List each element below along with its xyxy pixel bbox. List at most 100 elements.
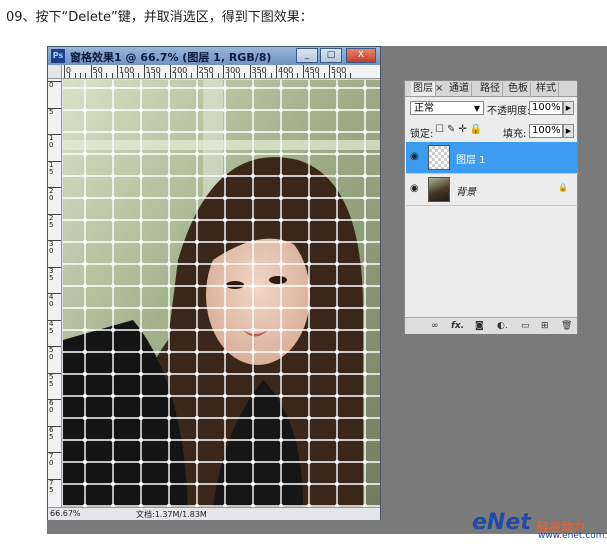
group-folder-icon[interactable]: ▭: [521, 321, 530, 331]
vertical-ruler[interactable]: 0 5 10 15 20 25 30 35 40 45 50 55 60 65 70 75: [48, 79, 62, 507]
grid-intersection-dot: [222, 437, 228, 443]
grid-intersection-dot: [250, 437, 256, 443]
grid-intersection-dot: [306, 173, 312, 179]
layer-row-background[interactable]: ◉ 背景 🔒: [406, 174, 578, 206]
maximize-button[interactable]: □: [320, 48, 342, 63]
grid-intersection-dot: [166, 305, 172, 311]
grid-intersection-dot: [278, 195, 284, 201]
zoom-level[interactable]: 66.67%: [50, 509, 81, 518]
grid-intersection-dot: [306, 305, 312, 311]
mask-icon[interactable]: ◙: [475, 321, 484, 331]
grid-intersection-dot: [138, 305, 144, 311]
grid-intersection-dot: [194, 459, 200, 465]
ruler-tick: [64, 65, 65, 78]
grid-intersection-dot: [250, 239, 256, 245]
ruler-minor-tick: [265, 73, 267, 78]
ruler-tick-label: 75: [49, 478, 54, 494]
ruler-tick: [223, 65, 224, 78]
grid-intersection-dot: [166, 459, 172, 465]
document-canvas[interactable]: [63, 80, 380, 507]
blend-mode-select[interactable]: 正常 ▼: [410, 101, 484, 115]
document-titlebar[interactable]: Ps 窗格效果1 @ 66.7% (图层 1, RGB/8) _ □ X: [48, 47, 380, 65]
step-instruction: 09、按下“Delete”键，并取消选区，得到下图效果：: [6, 10, 313, 25]
grid-intersection-dot: [194, 327, 200, 333]
grid-intersection-dot: [222, 371, 228, 377]
tab-layers[interactable]: 图层: [411, 82, 436, 96]
grid-intersection-dot: [306, 107, 312, 113]
grid-intersection-dot: [166, 481, 172, 487]
link-icon[interactable]: ∞: [431, 321, 439, 331]
grid-intersection-dot: [138, 415, 144, 421]
ruler-tick-label: 65: [49, 425, 54, 441]
layers-panel[interactable]: 图层 × 通道 路径 色板 样式 正常 ▼ 不透明度: 100% ▶ 锁定: ☐✎…: [404, 80, 578, 334]
tab-close-icon[interactable]: ×: [435, 82, 443, 96]
tab-swatches[interactable]: 色板: [506, 82, 531, 96]
ruler-tick-label: 15: [49, 160, 54, 176]
grid-intersection-dot: [362, 173, 368, 179]
grid-intersection-dot: [222, 415, 228, 421]
grid-intersection-dot: [194, 261, 200, 267]
fill-arrow-icon[interactable]: ▶: [563, 124, 574, 138]
grid-intersection-dot: [334, 239, 340, 245]
ruler-corner[interactable]: [48, 65, 62, 79]
fx-icon[interactable]: fx.: [451, 321, 464, 331]
tab-paths[interactable]: 路径: [478, 82, 503, 96]
opacity-input[interactable]: 100%: [529, 101, 563, 115]
ruler-tick: [48, 160, 61, 162]
grid-intersection-dot: [138, 349, 144, 355]
grid-intersection-dot: [110, 129, 116, 135]
watermark-url: www.enet.com.cn: [538, 531, 607, 541]
eye-icon[interactable]: ◉: [410, 152, 422, 162]
ruler-minor-tick: [286, 73, 288, 78]
lock-icons[interactable]: ☐✎✛🔒: [435, 124, 485, 135]
grid-intersection-dot: [222, 283, 228, 289]
chevron-down-icon: ▼: [473, 104, 480, 113]
eye-icon[interactable]: ◉: [410, 184, 422, 194]
new-layer-icon[interactable]: ⊞: [541, 321, 549, 331]
grid-intersection-dot: [306, 415, 312, 421]
adjustment-icon[interactable]: ◐.: [497, 321, 508, 331]
grid-intersection-dot: [194, 349, 200, 355]
document-title: 窗格效果1 @ 66.7% (图层 1, RGB/8): [70, 51, 272, 64]
grid-intersection-dot: [334, 459, 340, 465]
ruler-tick: [276, 65, 277, 78]
grid-intersection-dot: [306, 261, 312, 267]
document-window[interactable]: Ps 窗格效果1 @ 66.7% (图层 1, RGB/8) _ □ X 0 50…: [47, 46, 381, 520]
ruler-tick: [48, 478, 61, 480]
tab-styles[interactable]: 样式: [534, 82, 559, 96]
ruler-tick-label: 45: [49, 319, 54, 335]
ruler-tick-label: 35: [49, 266, 54, 282]
minimize-button[interactable]: _: [296, 48, 318, 63]
grid-intersection-dot: [362, 261, 368, 267]
grid-intersection-dot: [306, 151, 312, 157]
grid-intersection-dot: [278, 393, 284, 399]
layer-name: 图层 1: [456, 155, 486, 166]
close-button[interactable]: X: [346, 48, 376, 63]
grid-intersection-dot: [250, 107, 256, 113]
grid-intersection-dot: [82, 283, 88, 289]
opacity-arrow-icon[interactable]: ▶: [563, 101, 574, 115]
grid-intersection-dot: [306, 481, 312, 487]
horizontal-ruler[interactable]: 0 50 100 150 200 250 300 350 400 450 500: [62, 65, 380, 79]
fill-input[interactable]: 100%: [529, 124, 563, 138]
ruler-tick-label: 5: [49, 107, 54, 116]
grid-intersection-dot: [334, 415, 340, 421]
layer-row-layer1[interactable]: ◉ 图层 1: [406, 142, 578, 174]
grid-intersection-dot: [110, 261, 116, 267]
grid-intersection-dot: [194, 107, 200, 113]
tab-channels[interactable]: 通道: [447, 82, 472, 96]
document-size[interactable]: 文档:1.37M/1.83M: [136, 509, 207, 520]
trash-icon[interactable]: 🗑: [561, 321, 572, 331]
grid-intersection-dot: [362, 283, 368, 289]
ruler-minor-tick: [228, 73, 230, 78]
grid-intersection-dot: [166, 217, 172, 223]
watermark-brand: eNet: [472, 510, 531, 535]
grid-intersection-dot: [250, 393, 256, 399]
ruler-minor-tick: [233, 73, 235, 78]
grid-intersection-dot: [306, 459, 312, 465]
panel-footer: ∞ fx. ◙ ◐. ▭ ⊞ 🗑: [405, 317, 577, 334]
grid-intersection-dot: [278, 327, 284, 333]
grid-intersection-dot: [250, 261, 256, 267]
grid-intersection-dot: [138, 437, 144, 443]
panel-tabs: 图层 × 通道 路径 色板 样式: [405, 81, 577, 97]
